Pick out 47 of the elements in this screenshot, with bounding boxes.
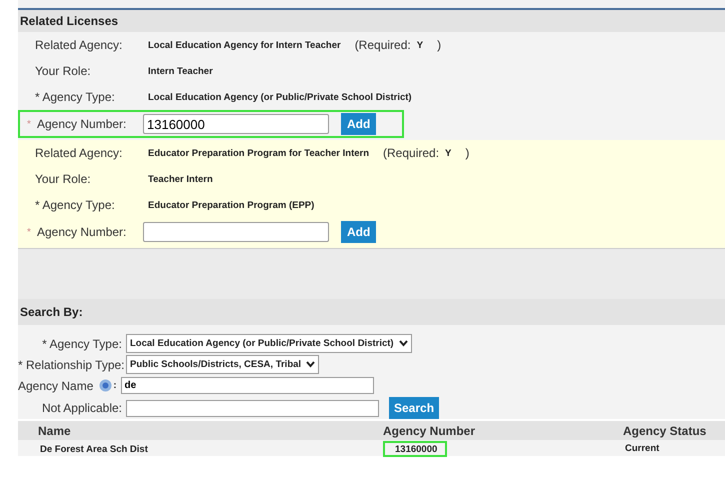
agency-name-field[interactable]: de — [120, 377, 374, 394]
add-button[interactable]: Add — [341, 221, 376, 243]
field-label: * Agency Type: — [41, 336, 122, 350]
field-value: Intern Teacher — [148, 66, 213, 76]
chevron-down-icon — [398, 340, 408, 347]
column-header: Name — [38, 424, 71, 438]
required-close: ) — [437, 38, 442, 52]
field-colon: : — [113, 380, 117, 391]
required-close: ) — [465, 146, 470, 160]
agency-number-field[interactable] — [143, 222, 329, 242]
section-header: Related Licenses — [18, 10, 725, 32]
table-cell: 13160000 — [383, 441, 448, 457]
table-cell: Current — [625, 442, 660, 454]
required-mark: * — [27, 118, 32, 130]
field-value: Local Education Agency (or Public/Private School District) — [148, 92, 412, 102]
field-label: * Relationship Type: — [18, 358, 122, 372]
help-icon[interactable] — [99, 379, 112, 392]
field-value: Educator Preparation Program (EPP) — [148, 200, 314, 210]
column-header: Agency Status — [623, 424, 706, 438]
agency-type-dropdown[interactable]: Local Education Agency (or Public/Private School District) — [126, 334, 412, 353]
field-label: Related Agency: — [34, 38, 124, 52]
relationship-type-dropdown[interactable]: Public Schools/Districts, CESA, Tribal — [126, 355, 320, 374]
required-mark: * — [27, 226, 32, 238]
required-value: Y — [416, 40, 424, 50]
field-label: * Agency Type: — [34, 198, 116, 212]
agency-number-field[interactable]: 13160000 — [143, 114, 329, 134]
add-button[interactable]: Add — [341, 113, 376, 135]
field-label: Related Agency: — [34, 146, 124, 160]
field-label: Not Applicable: — [40, 401, 122, 415]
field-label: Your Role: — [34, 64, 92, 78]
column-header: Agency Number — [383, 424, 476, 438]
required-value: Y — [445, 148, 452, 158]
required-label: (Required: — [354, 38, 411, 52]
field-value: Local Education Agency for Intern Teacher — [148, 40, 341, 50]
search-button[interactable]: Search — [389, 397, 440, 419]
field-label: Agency Number: — [37, 225, 128, 239]
table-cell: De Forest Area Sch Dist — [40, 444, 148, 455]
field-label: Agency Name — [18, 378, 94, 392]
field-value: Educator Preparation Program for Teacher Intern — [148, 148, 370, 158]
section-header: Search By: — [18, 299, 725, 325]
field-value: Teacher Intern — [148, 174, 213, 184]
chevron-down-icon — [306, 361, 316, 368]
not-applicable-field[interactable] — [126, 400, 379, 416]
field-label: Your Role: — [34, 172, 92, 186]
field-label: * Agency Type: — [34, 90, 116, 104]
field-label: Agency Number: — [37, 117, 128, 131]
required-label: (Required: — [383, 146, 440, 160]
